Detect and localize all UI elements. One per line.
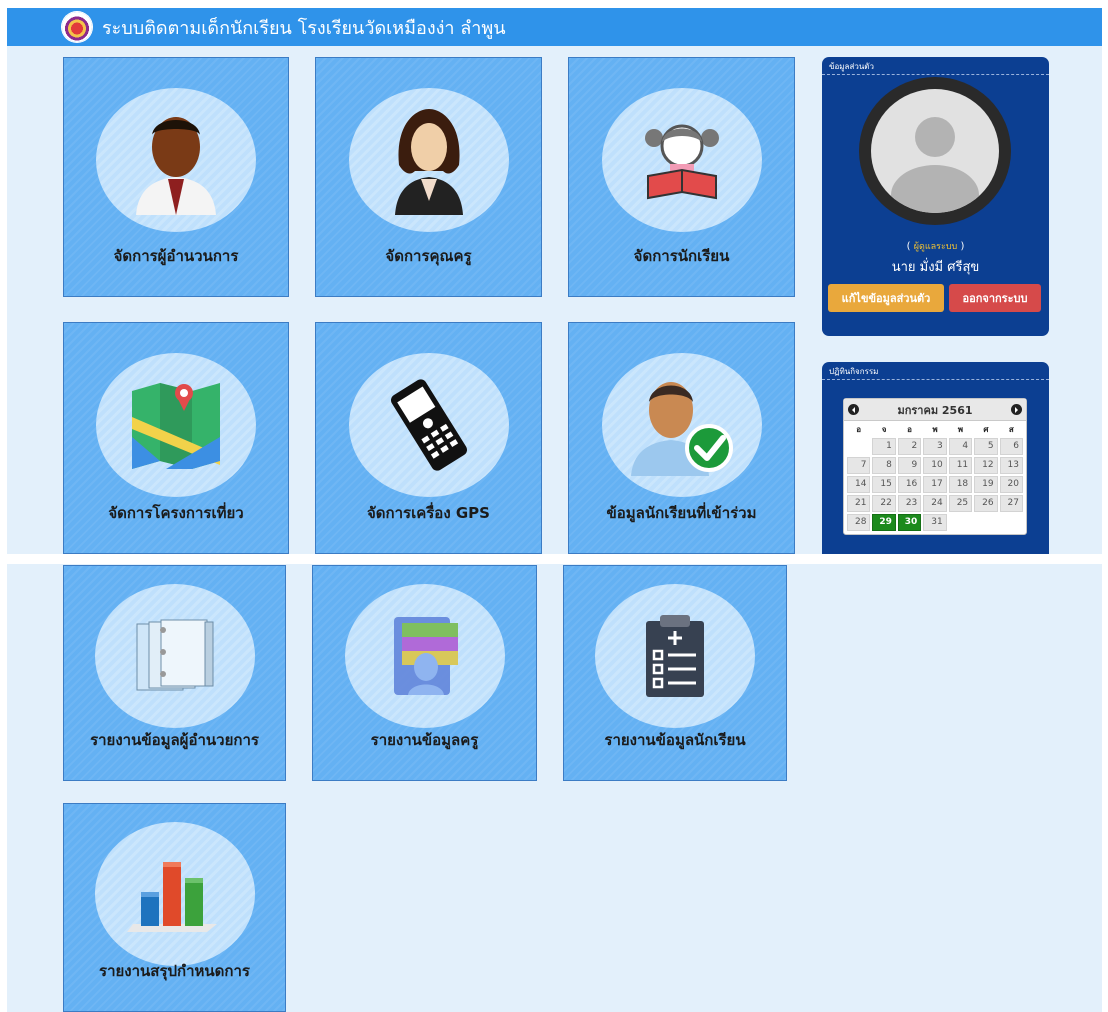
tile-manage-gps[interactable]: จัดการเครื่อง GPS bbox=[315, 322, 542, 554]
calendar: มกราคม 2561 อจอพพศส 1 2 3 4 5 6 7 8 9 10 11 12 13 14 15… bbox=[843, 398, 1027, 535]
director-icon bbox=[136, 117, 216, 215]
school-logo-icon bbox=[62, 12, 92, 42]
calendar-day[interactable]: 6 bbox=[999, 438, 1023, 455]
tile-circle bbox=[601, 88, 762, 232]
avatar bbox=[859, 77, 1011, 225]
calendar-weekday: พ bbox=[932, 425, 938, 434]
top-bar: ระบบติดตามเด็กนักเรียน โรงเรียนวัดเหมือง… bbox=[7, 8, 1102, 46]
calendar-day[interactable]: 25 bbox=[948, 495, 973, 512]
calendar-day[interactable]: 11 bbox=[948, 457, 973, 474]
calendar-panel-heading: ปฏิทินกิจกรรม bbox=[822, 362, 1049, 380]
tile-report-teacher[interactable]: รายงานข้อมูลครู bbox=[312, 565, 537, 781]
default-avatar-icon bbox=[871, 89, 999, 213]
tile-circle bbox=[348, 353, 509, 497]
calendar-day[interactable]: 23 bbox=[897, 495, 922, 512]
calendar-weekday: พ bbox=[957, 425, 964, 434]
calendar-day[interactable]: 30 bbox=[897, 514, 922, 531]
calendar-day[interactable]: 2 bbox=[897, 438, 922, 455]
tile-participants[interactable]: ข้อมูลนักเรียนที่เข้าร่วม bbox=[568, 322, 795, 554]
tile-label: รายงานข้อมูลนักเรียน bbox=[604, 731, 746, 749]
gps-device-icon bbox=[390, 379, 467, 471]
calendar-day[interactable]: 13 bbox=[999, 457, 1023, 474]
calendar-day[interactable]: 19 bbox=[974, 476, 998, 493]
tile-circle bbox=[344, 584, 505, 728]
tile-label: จัดการผู้อำนวนการ bbox=[113, 247, 239, 265]
calendar-weekday: อ bbox=[907, 425, 912, 434]
tile-label: รายงานข้อมูลผู้อำนวยการ bbox=[90, 731, 259, 749]
calendar-day[interactable]: 9 bbox=[897, 457, 922, 474]
teacher-icon bbox=[394, 109, 463, 215]
tile-report-students[interactable]: รายงานข้อมูลนักเรียน bbox=[563, 565, 787, 781]
tile-manage-students[interactable]: จัดการนักเรียน bbox=[568, 57, 795, 297]
bar-chart-icon bbox=[126, 862, 217, 932]
calendar-month-label: มกราคม 2561 bbox=[897, 403, 973, 417]
calendar-day[interactable]: 4 bbox=[948, 438, 973, 455]
calendar-day[interactable]: 15 bbox=[872, 476, 896, 493]
calendar-grid: อจอพพศส 1 2 3 4 5 6 7 8 9 10 11 12 13 14 15 16 17 18 19 20 21… bbox=[844, 421, 1026, 534]
calendar-day[interactable]: 28 bbox=[847, 514, 871, 531]
map-icon bbox=[132, 383, 220, 469]
user-role: ( ผู้ดูแลระบบ ) bbox=[906, 241, 965, 252]
calendar-day[interactable]: 5 bbox=[974, 438, 998, 455]
calendar-day[interactable]: 16 bbox=[897, 476, 922, 493]
books-icon bbox=[136, 619, 213, 691]
tile-label: รายงานข้อมูลครู bbox=[370, 731, 479, 749]
profile-panel: ข้อมูลส่วนตัว ( ผู้ดูแลระบบ ) นาย มั่งมี… bbox=[822, 57, 1049, 336]
calendar-day[interactable]: 10 bbox=[923, 457, 947, 474]
calendar-weekday: ศ bbox=[983, 425, 989, 434]
calendar-day[interactable]: 8 bbox=[872, 457, 896, 474]
prev-month-icon[interactable] bbox=[848, 404, 859, 415]
calendar-day[interactable]: 27 bbox=[999, 495, 1023, 512]
calendar-weekday: จ bbox=[881, 425, 887, 434]
tile-label: จัดการคุณครู bbox=[385, 247, 472, 265]
app-title: ระบบติดตามเด็กนักเรียน โรงเรียนวัดเหมือง… bbox=[102, 17, 506, 39]
contact-cards-icon bbox=[393, 617, 458, 695]
tile-circle bbox=[348, 88, 509, 232]
calendar-day[interactable]: 3 bbox=[923, 438, 947, 455]
tile-circle bbox=[96, 88, 256, 232]
calendar-day[interactable]: 26 bbox=[974, 495, 998, 512]
calendar-day[interactable]: 20 bbox=[999, 476, 1023, 493]
tile-circle bbox=[96, 353, 256, 497]
tile-circle bbox=[94, 584, 255, 728]
calendar-header: มกราคม 2561 bbox=[844, 399, 1026, 421]
student-reading-icon bbox=[644, 124, 719, 200]
calendar-day[interactable]: 31 bbox=[923, 514, 947, 531]
tile-circle bbox=[595, 584, 755, 728]
calendar-day[interactable]: 22 bbox=[872, 495, 896, 512]
tile-circle bbox=[94, 822, 255, 966]
calendar-weekday: ส bbox=[1008, 425, 1014, 434]
calendar-day[interactable]: 7 bbox=[847, 457, 871, 474]
calendar-day[interactable]: 21 bbox=[847, 495, 871, 512]
edit-profile-button[interactable]: แก้ไขข้อมูลส่วนตัว bbox=[828, 284, 944, 312]
user-name: นาย มั่งมี ศรีสุข bbox=[891, 260, 980, 275]
tile-label: จัดการนักเรียน bbox=[633, 247, 730, 265]
calendar-weekday: อ bbox=[856, 425, 862, 434]
next-month-icon[interactable] bbox=[1011, 404, 1022, 415]
tile-label: จัดการโครงการเที่ยว bbox=[108, 504, 244, 522]
logout-button[interactable]: ออกจากระบบ bbox=[949, 284, 1041, 312]
calendar-day[interactable]: 17 bbox=[923, 476, 947, 493]
tile-label: รายงานสรุปกำหนดการ bbox=[99, 962, 250, 980]
participant-check-icon bbox=[630, 382, 733, 476]
tile-report-director[interactable]: รายงานข้อมูลผู้อำนวยการ bbox=[63, 565, 286, 781]
calendar-empty-cell bbox=[847, 438, 870, 455]
tile-report-schedule[interactable]: รายงานสรุปกำหนดการ bbox=[63, 803, 286, 1012]
clipboard-icon bbox=[646, 615, 704, 697]
profile-panel-heading: ข้อมูลส่วนตัว bbox=[822, 57, 1049, 75]
calendar-panel: ปฏิทินกิจกรรม มกราคม 2561 อจอพพศส1234567… bbox=[822, 362, 1049, 554]
calendar-day[interactable]: 24 bbox=[923, 495, 947, 512]
tile-manage-teacher[interactable]: จัดการคุณครู bbox=[315, 57, 542, 297]
tile-manage-director[interactable]: จัดการผู้อำนวนการ bbox=[63, 57, 289, 297]
calendar-day[interactable]: 14 bbox=[847, 476, 871, 493]
role-name: ผู้ดูแลระบบ bbox=[913, 242, 958, 252]
calendar-day[interactable]: 29 bbox=[872, 514, 896, 531]
calendar-day[interactable]: 18 bbox=[948, 476, 973, 493]
tile-manage-trip[interactable]: จัดการโครงการเที่ยว bbox=[63, 322, 289, 554]
tile-label: จัดการเครื่อง GPS bbox=[367, 504, 490, 522]
calendar-day[interactable]: 1 bbox=[872, 438, 896, 455]
tile-label: ข้อมูลนักเรียนที่เข้าร่วม bbox=[606, 504, 757, 522]
tile-circle bbox=[601, 353, 762, 497]
calendar-day[interactable]: 12 bbox=[974, 457, 998, 474]
